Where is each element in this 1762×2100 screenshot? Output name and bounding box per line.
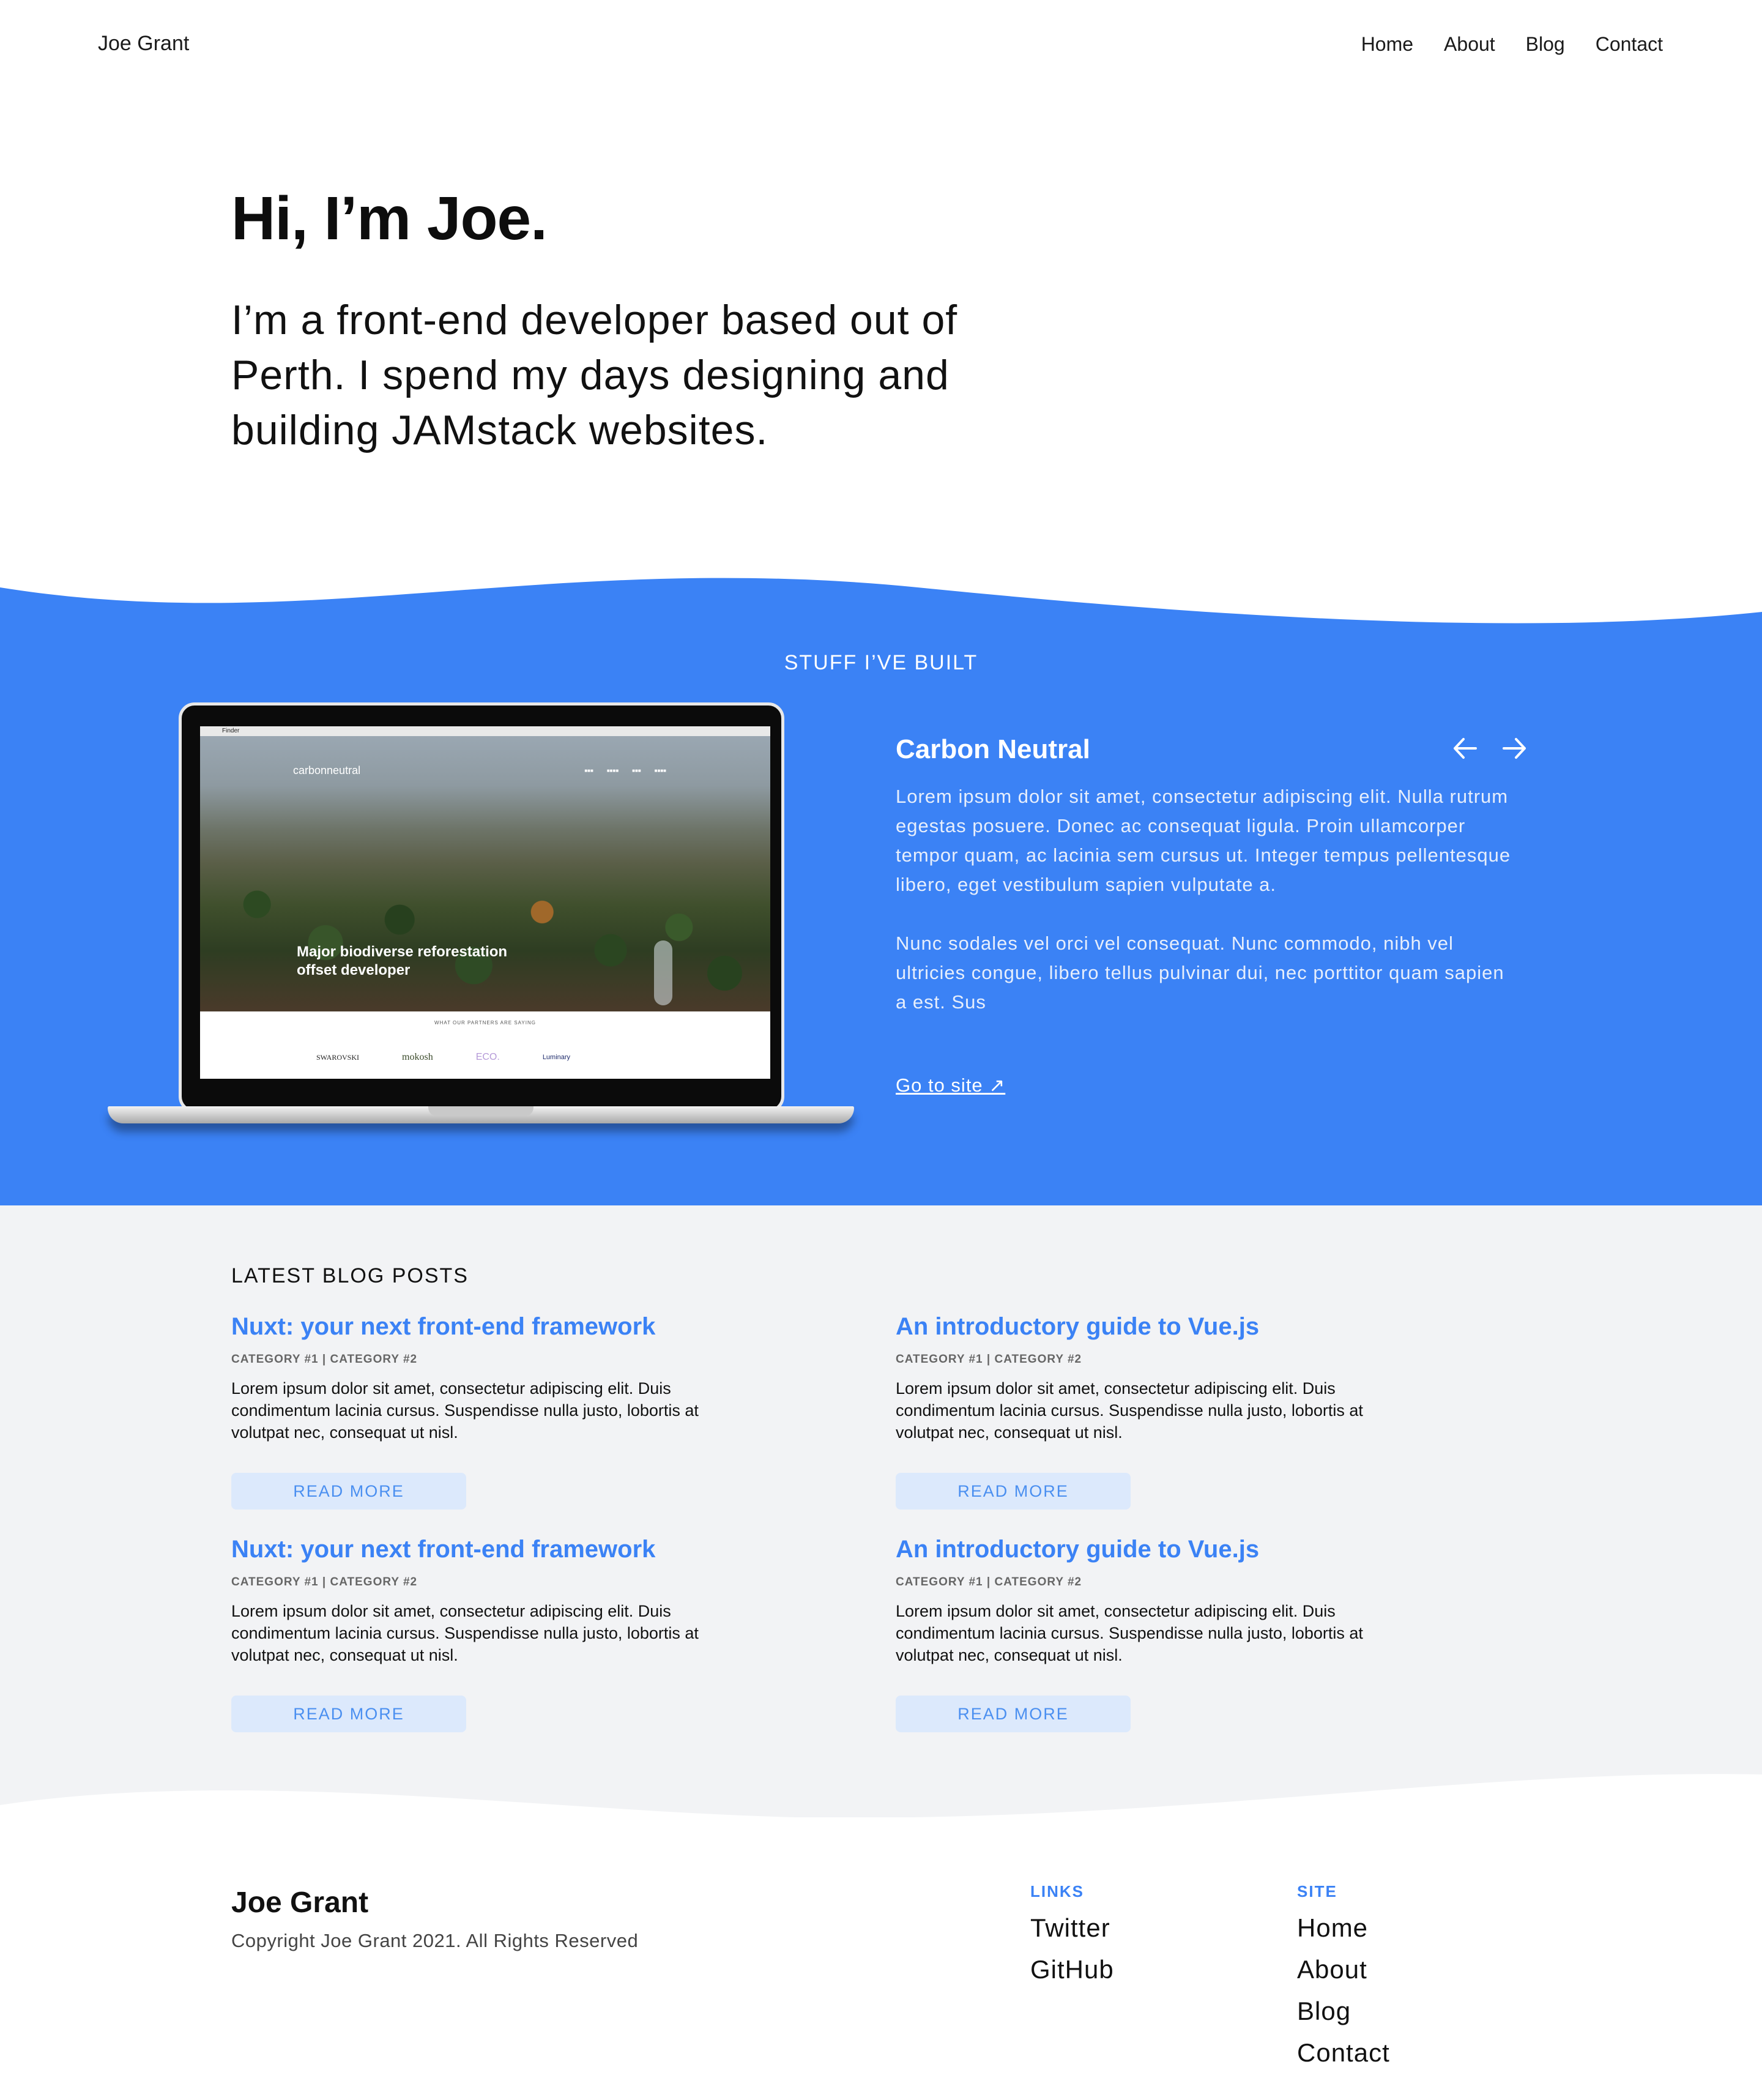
post-categories: CATEGORY #1 | CATEGORY #2 bbox=[231, 1576, 418, 1588]
footer-links-column: LINKS Twitter GitHub bbox=[1030, 1882, 1114, 1990]
go-to-site-link[interactable]: Go to site ↗ bbox=[896, 1074, 1005, 1097]
mac-menubar: Finder bbox=[200, 726, 770, 736]
hero-subtitle: I’m a front-end developer based out of P… bbox=[231, 297, 958, 453]
footer-link-blog[interactable]: Blog bbox=[1297, 1990, 1390, 2032]
post-categories: CATEGORY #1 | CATEGORY #2 bbox=[896, 1576, 1082, 1588]
partner-logo-mokosh: mokosh bbox=[402, 1052, 433, 1062]
site-brand[interactable]: Joe Grant bbox=[98, 32, 189, 56]
project-description-2: Nunc sodales vel orci vel consequat. Nun… bbox=[896, 933, 1504, 1013]
preview-nav: ■■■ ■■■■ ■■■ ■■■■ bbox=[584, 768, 666, 773]
post-categories: CATEGORY #1 | CATEGORY #2 bbox=[896, 1353, 1082, 1366]
nav-blog[interactable]: Blog bbox=[1526, 33, 1565, 56]
footer-link-home[interactable]: Home bbox=[1297, 1907, 1390, 1949]
laptop-lid: Finder carbonneutral ■■■ ■■■■ ■■■ ■■■■ M… bbox=[179, 702, 784, 1112]
preview-logo: carbonneutral bbox=[293, 764, 361, 776]
footer-copyright: Copyright Joe Grant 2021. All Rights Res… bbox=[231, 1930, 639, 1951]
post-title[interactable]: An introductory guide to Vue.js bbox=[896, 1536, 1397, 1563]
partner-logo-luminary: Luminary bbox=[542, 1054, 571, 1061]
post-excerpt: Lorem ipsum dolor sit amet, consectetur … bbox=[896, 1602, 1363, 1664]
forest-photo: carbonneutral ■■■ ■■■■ ■■■ ■■■■ Major bi… bbox=[200, 736, 770, 1011]
laptop-screen: Finder carbonneutral ■■■ ■■■■ ■■■ ■■■■ M… bbox=[200, 726, 770, 1079]
preview-nav-item: ■■■■ bbox=[606, 768, 619, 773]
projects-label: STUFF I’VE BUILT bbox=[784, 651, 978, 674]
post-excerpt: Lorem ipsum dolor sit amet, consectetur … bbox=[231, 1379, 699, 1442]
preview-nav-item: ■■■■ bbox=[654, 768, 666, 773]
read-more-button[interactable]: READ MORE bbox=[896, 1696, 1131, 1732]
partner-logo-swarovski: SWAROVSKI bbox=[316, 1052, 360, 1062]
nav-home[interactable]: Home bbox=[1361, 33, 1413, 56]
nav-contact[interactable]: Contact bbox=[1596, 33, 1663, 56]
footer-name: Joe Grant bbox=[231, 1886, 369, 1919]
preview-nav-item: ■■■ bbox=[584, 768, 593, 773]
blog-post: An introductory guide to Vue.js CATEGORY… bbox=[896, 1536, 1397, 1732]
wave-divider-bottom bbox=[0, 1774, 1762, 1830]
blog-post: Nuxt: your next front-end framework CATE… bbox=[231, 1313, 733, 1510]
preview-partner-logos: SWAROVSKI mokosh ECO. Luminary bbox=[316, 1052, 570, 1063]
post-title[interactable]: An introductory guide to Vue.js bbox=[896, 1313, 1397, 1341]
blog-post: Nuxt: your next front-end framework CATE… bbox=[231, 1536, 733, 1732]
nav-about[interactable]: About bbox=[1444, 33, 1495, 56]
arrow-left-icon[interactable] bbox=[1451, 734, 1479, 768]
read-more-button[interactable]: READ MORE bbox=[896, 1473, 1131, 1510]
footer-links-heading: LINKS bbox=[1030, 1882, 1084, 1901]
post-excerpt: Lorem ipsum dolor sit amet, consectetur … bbox=[231, 1602, 699, 1664]
project-description-1: Lorem ipsum dolor sit amet, consectetur … bbox=[896, 786, 1511, 895]
hero-title: Hi, I’m Joe. bbox=[231, 184, 548, 253]
footer-site-heading: SITE bbox=[1297, 1882, 1337, 1901]
preview-headline: Major biodiverse reforestation offset de… bbox=[297, 944, 508, 978]
laptop-mockup: Finder carbonneutral ■■■ ■■■■ ■■■ ■■■■ M… bbox=[108, 702, 854, 1143]
footer-link-twitter[interactable]: Twitter bbox=[1030, 1907, 1114, 1949]
footer-link-github[interactable]: GitHub bbox=[1030, 1949, 1114, 1990]
footer-link-about[interactable]: About bbox=[1297, 1949, 1390, 1990]
project-title: Carbon Neutral bbox=[896, 734, 1090, 764]
post-categories: CATEGORY #1 | CATEGORY #2 bbox=[231, 1353, 418, 1366]
footer-link-contact[interactable]: Contact bbox=[1297, 2032, 1390, 2074]
main-nav: Home About Blog Contact bbox=[1361, 33, 1663, 56]
arrow-right-icon[interactable] bbox=[1500, 734, 1528, 768]
post-title[interactable]: Nuxt: your next front-end framework bbox=[231, 1313, 733, 1341]
blog-label: LATEST BLOG POSTS bbox=[231, 1264, 469, 1287]
laptop-notch bbox=[428, 1106, 533, 1116]
preview-pager bbox=[654, 940, 672, 1005]
preview-partners-label: WHAT OUR PARTNERS ARE SAYING bbox=[434, 1020, 536, 1026]
post-excerpt: Lorem ipsum dolor sit amet, consectetur … bbox=[896, 1379, 1363, 1442]
post-title[interactable]: Nuxt: your next front-end framework bbox=[231, 1536, 733, 1563]
partner-logo-eco: ECO. bbox=[475, 1052, 500, 1062]
blog-post: An introductory guide to Vue.js CATEGORY… bbox=[896, 1313, 1397, 1510]
read-more-button[interactable]: READ MORE bbox=[231, 1473, 466, 1510]
page: Joe Grant Home About Blog Contact Hi, I’… bbox=[0, 0, 1762, 2100]
trees-graphic bbox=[200, 858, 770, 1011]
read-more-button[interactable]: READ MORE bbox=[231, 1696, 466, 1732]
footer-site-column: SITE Home About Blog Contact bbox=[1297, 1882, 1390, 2074]
preview-nav-item: ■■■ bbox=[632, 768, 641, 773]
